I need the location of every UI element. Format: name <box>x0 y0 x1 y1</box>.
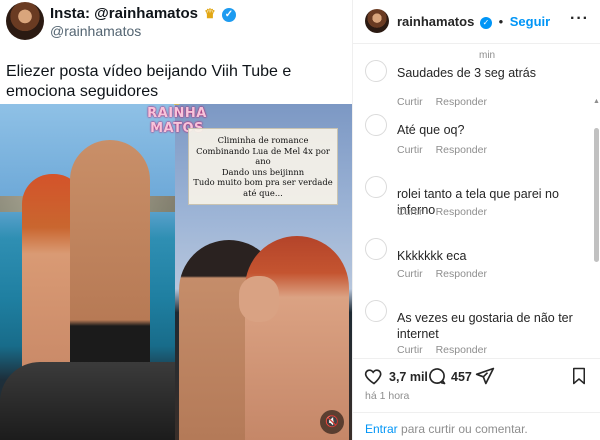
caption-line: Tudo muito bom pra ser verdade <box>193 177 333 187</box>
caption-line: Dando uns beijinnn <box>221 166 305 177</box>
comment-text: Saudades de 3 seg atrás <box>397 66 536 80</box>
tweet-avatar[interactable] <box>6 2 44 40</box>
comment-text: Kkkkkkk eca <box>397 249 467 263</box>
caption-line: até que... <box>243 187 283 198</box>
photo-left <box>0 104 175 440</box>
tweet-media[interactable]: ♛ RAINHA MATOS Climinha de romance Combi… <box>0 104 352 440</box>
comment-text: Até que oq? <box>397 123 465 137</box>
heart-icon[interactable] <box>364 366 384 386</box>
post-username: rainhamatos ✓ • Seguir <box>397 14 551 29</box>
instagram-panel: rainhamatos ✓ • Seguir ··· min Saudades … <box>352 0 600 440</box>
tweet-text: Eliezer posta vídeo beijando Viih Tube e… <box>6 63 292 100</box>
comment-actions: Curtir Responder <box>397 96 497 108</box>
avatar[interactable] <box>365 238 387 260</box>
like-comment-button[interactable]: Curtir <box>397 268 423 280</box>
avatar[interactable] <box>365 114 387 136</box>
reply-button[interactable]: Responder <box>436 344 487 356</box>
watermark-logo: ♛ RAINHA MATOS <box>122 104 232 136</box>
post-timestamp: há 1 hora <box>365 390 410 402</box>
login-prompt: Entrar para curtir ou comentar. <box>353 412 600 440</box>
tweet-header: Insta: @rainhamatos ♛ ✓ @rainhamatos <box>6 2 346 42</box>
bookmark-icon[interactable] <box>570 366 588 386</box>
caption-line: Climinha de romance <box>217 135 309 145</box>
comments-count: 457 <box>451 370 472 384</box>
post-header: rainhamatos ✓ • Seguir ··· <box>353 0 600 44</box>
tweet-display-name[interactable]: Insta: @rainhamatos ♛ ✓ <box>50 5 236 22</box>
post-actions: 3,7 mil 457 <box>353 358 600 392</box>
comment-actions: Curtir Responder <box>397 206 497 218</box>
scroll-up-icon[interactable]: ▲ <box>593 98 600 105</box>
comments-scrollbar[interactable]: ▲ ▼ <box>593 98 600 356</box>
display-name-text: Insta: @rainhamatos <box>50 5 198 22</box>
follow-button[interactable]: Seguir <box>510 14 550 29</box>
more-icon[interactable]: ··· <box>570 10 589 28</box>
share-icon[interactable] <box>475 366 495 386</box>
comment-actions: Curtir Responder <box>397 144 497 156</box>
mute-icon[interactable]: 🔇 <box>320 410 344 434</box>
comment-actions: Curtir Responder <box>397 344 497 356</box>
verified-badge-icon: ✓ <box>479 17 492 29</box>
scrollbar-thumb[interactable] <box>594 128 599 262</box>
avatar[interactable] <box>365 60 387 82</box>
caption-line: Combinando Lua de Mel 4x por ano <box>196 145 330 167</box>
avatar[interactable] <box>365 176 387 198</box>
comment-icon[interactable] <box>427 366 447 386</box>
verified-badge-icon: ✓ <box>222 8 236 22</box>
login-link[interactable]: Entrar <box>365 422 398 436</box>
likes-count[interactable]: 3,7 mil <box>389 370 428 384</box>
comment-actions: Curtir Responder <box>397 268 497 280</box>
tweet-card: Insta: @rainhamatos ♛ ✓ @rainhamatos Eli… <box>0 0 352 440</box>
like-comment-button[interactable]: Curtir <box>397 144 423 156</box>
username-link[interactable]: rainhamatos <box>397 14 474 29</box>
avatar[interactable] <box>365 9 389 33</box>
reply-button[interactable]: Responder <box>436 96 487 108</box>
reply-button[interactable]: Responder <box>436 268 487 280</box>
tweet-handle[interactable]: @rainhamatos <box>50 23 141 39</box>
reply-button[interactable]: Responder <box>436 144 487 156</box>
like-comment-button[interactable]: Curtir <box>397 344 423 356</box>
reply-button[interactable]: Responder <box>436 206 487 218</box>
like-comment-button[interactable]: Curtir <box>397 96 423 108</box>
comment-time: min <box>479 50 496 61</box>
comment-text: As vezes eu gostaria de não ter internet <box>397 311 573 341</box>
login-prompt-text: para curtir ou comentar. <box>401 422 528 436</box>
crown-icon: ♛ <box>204 6 216 21</box>
avatar[interactable] <box>365 300 387 322</box>
comments-list[interactable]: min Saudades de 3 seg atrás Curtir Respo… <box>353 44 600 356</box>
image-caption: Climinha de romance Combinando Lua de Me… <box>188 128 338 205</box>
like-comment-button[interactable]: Curtir <box>397 206 423 218</box>
